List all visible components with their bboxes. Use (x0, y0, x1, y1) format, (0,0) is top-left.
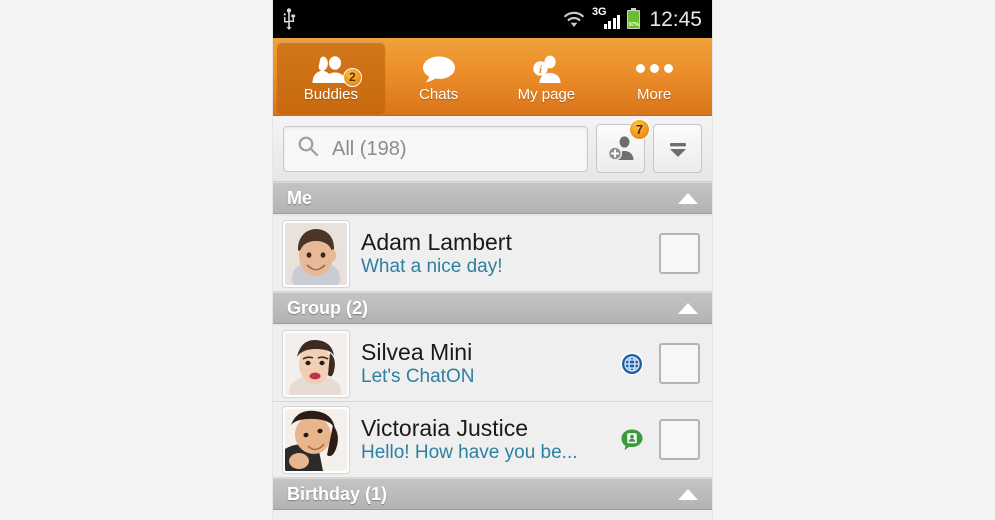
contact-name: Victoraia Justice (361, 415, 529, 441)
signal-bars-icon: 3G (591, 6, 621, 30)
list-item-text: Adam Lambert What a nice day! (349, 229, 615, 278)
sort-filter-icon (669, 142, 686, 157)
contact-checkbox[interactable] (659, 419, 700, 460)
caret-up-icon (678, 488, 698, 500)
search-input-value: All (198) (332, 137, 407, 160)
section-title-group: Group (2) (287, 297, 368, 318)
list-item-text: Silvea Mini Let's ChatON (349, 339, 615, 388)
avatar (283, 330, 349, 397)
tab-chats-label: Chats (419, 85, 459, 103)
section-header-me[interactable]: Me (273, 182, 712, 214)
section-title-birthday: Birthday (1) (287, 483, 388, 504)
section-rows-group: Silvea Mini Let's ChatON Victoraia Justi… (273, 324, 712, 478)
main-tab-bar: 2 Buddies Chats i My page More (273, 38, 712, 116)
search-input[interactable]: All (198) (283, 125, 588, 172)
list-item[interactable]: Adam Lambert What a nice day! (273, 216, 712, 292)
contact-checkbox[interactable] (659, 233, 700, 274)
tab-more-label: More (637, 85, 672, 103)
buddies-tab-badge: 2 (342, 67, 362, 87)
tab-my-page-label: My page (517, 85, 576, 103)
status-icon-slot (615, 427, 649, 453)
my-page-info-icon: i (526, 53, 566, 85)
page-root: 3G 97% 12:45 2 Buddies Chats i My page M… (0, 0, 995, 520)
tab-chats[interactable]: Chats (385, 42, 493, 113)
contact-status: Let's ChatON (361, 366, 475, 387)
sort-filter-button[interactable] (653, 124, 702, 173)
list-item[interactable]: Victoraia Justice Hello! How have you be… (273, 402, 712, 478)
status-bar-left (281, 8, 563, 30)
wifi-icon (563, 10, 585, 28)
tab-more[interactable]: More (600, 42, 708, 113)
section-rows-me: Adam Lambert What a nice day! (273, 214, 712, 292)
add-buddy-button[interactable]: 7 (596, 119, 650, 173)
tab-my-page[interactable]: i My page (493, 42, 601, 113)
section-title-me: Me (287, 187, 313, 208)
status-bar-clock: 12:45 (649, 7, 702, 31)
section-header-birthday[interactable]: Birthday (1) (273, 478, 712, 510)
contact-name: Silvea Mini (361, 339, 473, 365)
status-icon-slot (615, 351, 649, 377)
battery-icon: 97% (627, 7, 641, 29)
avatar (283, 220, 349, 287)
caret-up-icon (678, 192, 698, 204)
status-bar-right: 3G 97% 12:45 (563, 6, 702, 31)
search-row: All (198) 7 (273, 116, 712, 182)
search-icon (296, 134, 320, 163)
phone-screen: 3G 97% 12:45 2 Buddies Chats i My page M… (273, 0, 712, 520)
contact-bubble-icon (621, 429, 643, 450)
caret-up-icon (678, 302, 698, 314)
status-bar: 3G 97% 12:45 (273, 0, 712, 38)
battery-percent-label: 97% (628, 21, 639, 28)
globe-icon (620, 352, 644, 375)
chat-bubble-icon (419, 53, 459, 85)
tab-buddies[interactable]: 2 Buddies (277, 42, 385, 113)
list-item-text: Victoraia Justice Hello! How have you be… (349, 415, 615, 464)
network-type-label: 3G (591, 6, 607, 18)
contact-name: Adam Lambert (361, 229, 512, 255)
contact-checkbox[interactable] (659, 343, 700, 384)
contact-status: What a nice day! (361, 256, 503, 277)
buddies-icon: 2 (308, 53, 362, 87)
section-header-group[interactable]: Group (2) (273, 292, 712, 324)
tab-buddies-label: Buddies (303, 85, 358, 103)
add-buddy-badge: 7 (629, 119, 650, 140)
avatar (283, 406, 349, 473)
contact-status: Hello! How have you be... (361, 442, 578, 463)
more-dots-icon (635, 53, 673, 85)
usb-icon (281, 8, 297, 30)
list-item[interactable]: Silvea Mini Let's ChatON (273, 326, 712, 402)
